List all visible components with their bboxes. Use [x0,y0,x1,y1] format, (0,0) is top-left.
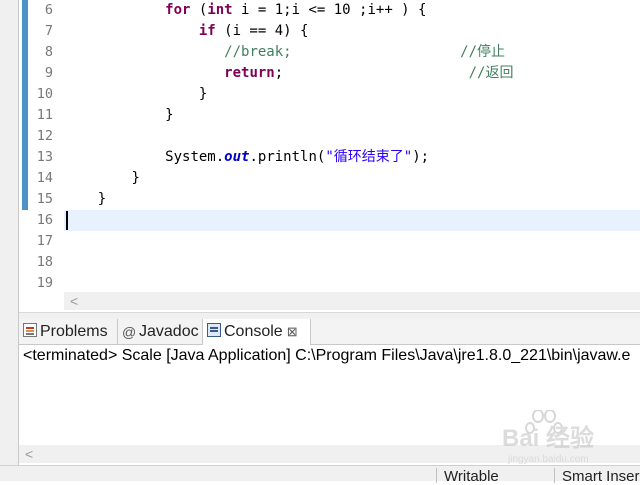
line-number: 19 [36,275,53,291]
watermark-subtext: jingyan.baidu.com [507,454,589,465]
code-line-15[interactable]: } [64,189,640,210]
gutter-line: 12 [19,126,63,147]
tab-label: Problems [40,323,108,340]
tab-javadoc[interactable]: @ Javadoc [118,319,203,344]
gutter-line: 19 [19,273,63,294]
keyword: if [198,23,216,39]
quick-diff-marker [22,21,28,42]
gutter-line: 15 [19,189,63,210]
gutter-line: 6 [19,0,63,21]
problems-icon [23,323,37,337]
gutter-line: 10 [19,84,63,105]
code-line-6[interactable]: for (int i = 1;i <= 10 ;i++ ) { [64,0,640,21]
code-area[interactable]: for (int i = 1;i <= 10 ;i++ ) { if (i ==… [64,0,640,292]
code-text: } [165,107,174,123]
gutter-line: 11 [19,105,63,126]
left-panel-border [0,0,19,480]
quick-diff-marker [22,147,28,168]
static-field: out [224,149,250,165]
quick-diff-marker [22,105,28,126]
line-number: 14 [36,170,53,186]
code-line-13[interactable]: System.out.println("循环结束了"); [64,147,640,168]
code-line-9[interactable]: return; //返回 [64,63,640,84]
line-number: 18 [36,254,53,270]
line-number: 16 [36,212,53,228]
scroll-left-arrow-icon[interactable]: < [25,445,33,463]
line-number: 11 [36,107,53,123]
code-text: System. [165,149,225,165]
code-text: } [198,86,208,102]
quick-diff-marker [22,63,28,84]
gutter-line: 9 [19,63,63,84]
tab-label: Javadoc [139,323,199,340]
console-view-tabbar: Problems @ Javadoc Console ⊠ [19,319,640,345]
code-line-14[interactable]: } [64,168,640,189]
code-text: } [131,170,140,186]
status-bar: Writable Smart Inser [0,465,640,485]
view-divider[interactable] [19,312,640,319]
code-line-17[interactable] [64,231,640,252]
code-text: i = 1;i <= 10 ;i++ ) { [232,2,427,18]
insert-mode-status: Smart Inser [554,468,640,485]
text-caret [66,211,68,230]
watermark-text: Bai 经验 [502,424,594,452]
line-number: 8 [44,44,53,60]
console-status-text: <terminated> Scale [Java Application] C:… [23,347,631,364]
gutter-line: 8 [19,42,63,63]
code-comment: //停止 [460,44,506,60]
line-number: 13 [36,149,53,165]
quick-diff-marker [22,0,28,21]
code-text: ( [190,2,208,18]
code-text: ); [412,149,430,165]
line-number-gutter: 6 7 8 9 10 11 12 13 14 15 16 17 18 19 [19,0,63,292]
line-number: 12 [36,128,53,144]
gutter-line: 13 [19,147,63,168]
scroll-left-arrow-icon[interactable]: < [70,292,78,310]
code-text: } [97,191,107,207]
code-line-7[interactable]: if (i == 4) { [64,21,640,42]
gutter-line: 18 [19,252,63,273]
gutter-line: 7 [19,21,63,42]
keyword: return [224,65,275,81]
close-icon[interactable]: ⊠ [287,324,298,339]
writable-status: Writable [436,468,499,485]
quick-diff-marker [22,126,28,147]
quick-diff-marker [22,84,28,105]
code-text: .println( [249,149,326,165]
code-line-19[interactable] [64,273,640,294]
gutter-line: 16 [19,210,63,231]
baidu-jingyan-watermark: Bai 经验 jingyan.baidu.com [502,410,594,465]
code-line-10[interactable]: } [64,84,640,105]
line-number: 17 [36,233,53,249]
code-line-8[interactable]: //break; //停止 [64,42,640,63]
quick-diff-marker [22,42,28,63]
keyword: for [165,2,191,18]
line-number: 10 [36,86,53,102]
code-line-12[interactable] [64,126,640,147]
line-number: 9 [44,65,53,81]
gutter-line: 17 [19,231,63,252]
tab-console[interactable]: Console ⊠ [203,319,311,345]
line-number: 15 [36,191,53,207]
code-comment: //返回 [468,65,514,81]
code-line-18[interactable] [64,252,640,273]
keyword: int [207,2,233,18]
quick-diff-marker [22,168,28,189]
code-comment: //break; [224,44,292,60]
code-line-11[interactable]: } [64,105,640,126]
gutter-line: 14 [19,168,63,189]
editor-horizontal-scrollbar[interactable]: < [64,292,640,310]
line-number: 7 [44,23,53,39]
javadoc-icon: @ [122,324,137,340]
tab-label: Console [224,323,283,340]
tab-problems[interactable]: Problems [19,319,118,344]
code-editor[interactable]: 6 7 8 9 10 11 12 13 14 15 16 17 18 19 for (int i = 1;… [0,0,640,312]
code-text: ; [274,65,284,81]
code-text: (i == 4) { [215,23,309,39]
code-line-16-current[interactable] [64,210,640,231]
console-icon [207,323,221,337]
line-number: 6 [44,2,53,18]
quick-diff-marker [22,189,28,210]
string-literal: "循环结束了" [325,149,413,165]
